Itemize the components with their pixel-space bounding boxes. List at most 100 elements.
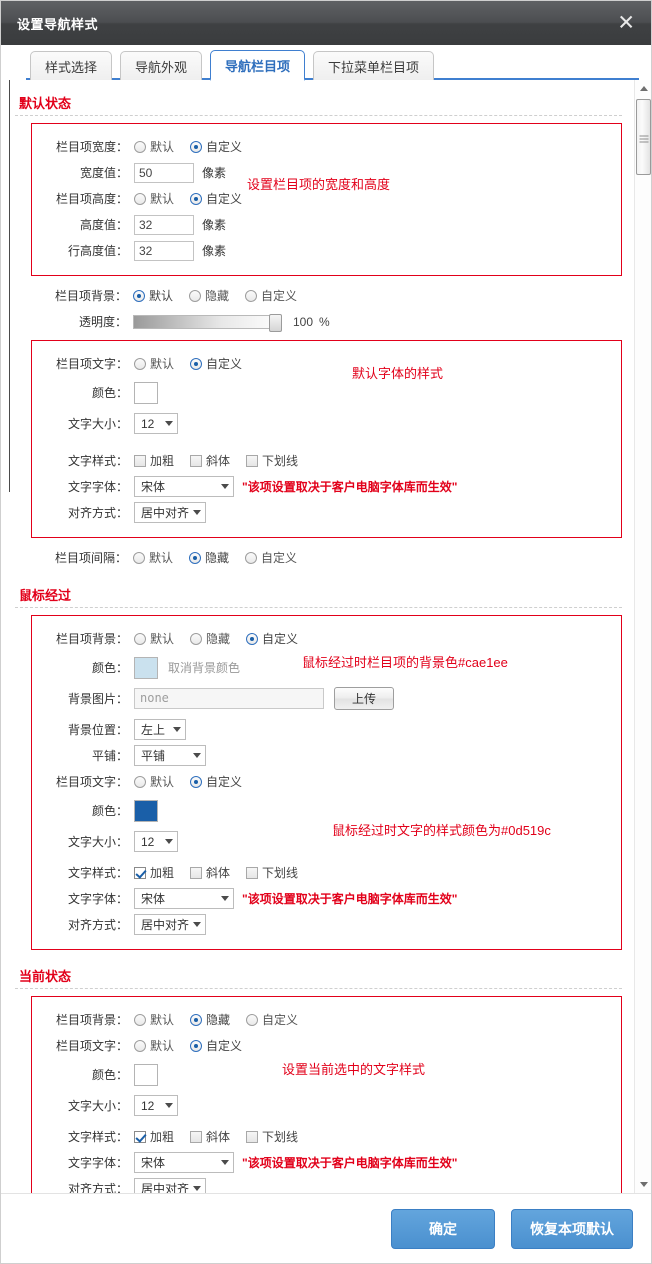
hover-font-note: "该项设置取决于客户电脑字体库而生效": [242, 892, 458, 906]
cancel-bg-color-link[interactable]: 取消背景颜色: [168, 659, 240, 676]
radio-current-bg-hidden[interactable]: 隐藏: [190, 1011, 230, 1028]
label-item-height: 栏目项高度：: [55, 192, 128, 206]
triangle-down-icon: [639, 1182, 648, 1187]
hover-align-select[interactable]: 居中对齐: [134, 914, 206, 935]
hover-bg-position-select[interactable]: 左上: [134, 719, 186, 740]
hover-font-family-select[interactable]: 宋体: [134, 888, 234, 909]
radio-spacing-hidden[interactable]: 隐藏: [189, 549, 229, 566]
row-lineheight-value: 行高度值： 像素: [32, 239, 621, 262]
opacity-slider[interactable]: [133, 313, 282, 332]
radio-default-bg-default[interactable]: 默认: [133, 287, 173, 304]
radio-item-height-custom[interactable]: 自定义: [190, 190, 242, 207]
checkbox-current-underline[interactable]: 下划线: [246, 1128, 298, 1145]
checkbox-icon: [190, 454, 203, 467]
label-hover-item-text: 栏目项文字：: [55, 775, 128, 789]
radio-default-text-default[interactable]: 默认: [134, 355, 174, 372]
radio-dot-icon: [189, 289, 202, 302]
row-default-font-style: 文字样式： 加粗 斜体 下划线: [32, 449, 621, 472]
current-font-note: "该项设置取决于客户电脑字体库而生效": [242, 1156, 458, 1170]
height-value-input[interactable]: [134, 214, 194, 235]
default-font-family-select[interactable]: 宋体: [134, 476, 234, 497]
chevron-down-icon: [193, 1186, 201, 1191]
hover-bg-color-swatch[interactable]: [134, 656, 158, 679]
label-default-item-bg: 栏目项背景：: [54, 289, 127, 303]
scrollbar-thumb[interactable]: [636, 99, 651, 175]
checkbox-default-underline[interactable]: 下划线: [246, 452, 298, 469]
unit-pixel: 像素: [202, 244, 227, 258]
radio-current-text-custom[interactable]: 自定义: [190, 1037, 242, 1054]
hover-bg-image-input[interactable]: none: [134, 688, 324, 709]
tab-label: 下拉菜单栏目项: [328, 59, 420, 75]
dialog-titlebar: 设置导航样式 ✕: [1, 1, 651, 45]
radio-label: 自定义: [206, 192, 243, 206]
checkbox-current-italic[interactable]: 斜体: [190, 1128, 230, 1145]
width-value-input[interactable]: [134, 162, 194, 183]
row-current-item-text: 栏目项文字： 默认 自定义: [32, 1034, 621, 1057]
hover-font-size-select[interactable]: 12: [134, 831, 178, 852]
radio-item-height-default[interactable]: 默认: [134, 190, 174, 207]
checkbox-current-bold[interactable]: 加粗: [134, 1128, 174, 1145]
current-align-select[interactable]: 居中对齐: [134, 1178, 206, 1193]
current-font-family-select[interactable]: 宋体: [134, 1152, 234, 1173]
radio-item-width-custom[interactable]: 自定义: [190, 138, 242, 155]
radio-dot-icon: [133, 289, 145, 302]
radio-default-text-custom[interactable]: 自定义: [190, 355, 242, 372]
default-text-color-swatch[interactable]: [134, 381, 158, 404]
lineheight-value-input[interactable]: [134, 240, 194, 261]
default-align-select[interactable]: 居中对齐: [134, 502, 206, 523]
unit-pixel: 像素: [202, 218, 227, 232]
tab-nav-items[interactable]: 导航栏目项: [210, 50, 306, 81]
checkbox-default-italic[interactable]: 斜体: [190, 452, 230, 469]
vertical-scrollbar[interactable]: [634, 80, 651, 1193]
annot-current-text: 设置当前选中的文字样式: [282, 1062, 426, 1077]
select-value: 居中对齐: [141, 1182, 190, 1193]
tab-style-select[interactable]: 样式选择: [30, 51, 113, 80]
radio-dot-icon: [190, 192, 203, 205]
radio-current-bg-custom[interactable]: 自定义: [246, 1011, 298, 1028]
default-font-note: "该项设置取决于客户电脑字体库而生效": [242, 480, 458, 494]
radio-hover-bg-hidden[interactable]: 隐藏: [190, 630, 230, 647]
confirm-button[interactable]: 确定: [391, 1208, 495, 1249]
current-font-size-select[interactable]: 12: [134, 1095, 178, 1116]
upload-button[interactable]: 上传: [334, 687, 394, 710]
radio-current-bg-default[interactable]: 默认: [134, 1011, 174, 1028]
checkbox-default-bold[interactable]: 加粗: [134, 452, 174, 469]
checkbox-hover-italic[interactable]: 斜体: [190, 864, 230, 881]
dialog-body: 默认状态 设置栏目项的宽度和高度 栏目项宽度： 默认 自定义 宽度值： 像素 栏…: [1, 80, 651, 1194]
tab-nav-appearance[interactable]: 导航外观: [120, 51, 203, 80]
row-hover-bg-position: 背景位置： 左上: [32, 718, 621, 741]
label-hover-text-color: 颜色：: [91, 804, 128, 818]
checkbox-hover-underline[interactable]: 下划线: [246, 864, 298, 881]
radio-hover-text-custom[interactable]: 自定义: [190, 773, 242, 790]
radio-label: 默认: [150, 775, 175, 789]
radio-item-width-default[interactable]: 默认: [134, 138, 174, 155]
hover-text-color-swatch[interactable]: [134, 799, 158, 822]
radio-default-bg-hidden[interactable]: 隐藏: [189, 287, 229, 304]
slider-knob[interactable]: [269, 313, 282, 332]
radio-spacing-default[interactable]: 默认: [133, 549, 173, 566]
radio-dot-icon: [189, 551, 202, 564]
default-font-size-select[interactable]: 12: [134, 413, 178, 434]
radio-default-bg-custom[interactable]: 自定义: [245, 287, 297, 304]
current-text-color-swatch[interactable]: [134, 1063, 158, 1086]
radio-dot-icon: [190, 775, 203, 788]
restore-defaults-button[interactable]: 恢复本项默认: [511, 1208, 633, 1249]
radio-hover-text-default[interactable]: 默认: [134, 773, 174, 790]
tab-dropdown-items[interactable]: 下拉菜单栏目项: [313, 51, 435, 80]
radio-label: 自定义: [261, 289, 298, 303]
label-hover-bg-color: 颜色：: [91, 661, 128, 675]
radio-current-text-default[interactable]: 默认: [134, 1037, 174, 1054]
scroll-up-arrow-icon[interactable]: [635, 80, 651, 97]
default-state-text-group: 默认字体的样式 栏目项文字： 默认 自定义 颜色： 文字大小： 12 文字样式：…: [31, 340, 622, 538]
hover-tile-select[interactable]: 平铺: [134, 745, 206, 766]
select-value: 12: [141, 834, 155, 849]
scroll-down-arrow-icon[interactable]: [635, 1176, 651, 1193]
radio-spacing-custom[interactable]: 自定义: [245, 549, 297, 566]
checkbox-icon: [246, 866, 259, 879]
radio-hover-bg-custom[interactable]: 自定义: [246, 630, 298, 647]
row-item-spacing: 栏目项间隔： 默认 隐藏 自定义: [1, 546, 634, 569]
radio-hover-bg-default[interactable]: 默认: [134, 630, 174, 647]
close-icon[interactable]: ✕: [617, 12, 635, 34]
checkbox-hover-bold[interactable]: 加粗: [134, 864, 174, 881]
row-hover-item-bg: 栏目项背景： 默认 隐藏 自定义: [32, 627, 621, 650]
